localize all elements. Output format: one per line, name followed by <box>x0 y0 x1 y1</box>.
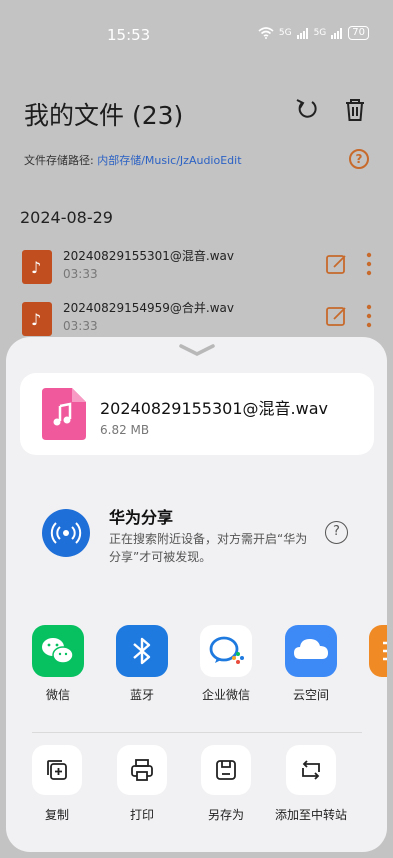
divider <box>32 732 362 733</box>
signal-icon-2 <box>331 27 343 39</box>
status-bar: 15:53 5G 5G 70 <box>0 0 393 64</box>
share-app-cloud[interactable]: 云空间 <box>275 625 347 703</box>
file-duration: 03:33 <box>63 267 98 281</box>
battery-indicator: 70 <box>348 26 369 40</box>
action-save-as[interactable]: 另存为 <box>181 745 271 823</box>
file-name: 20240829154959@合并.wav <box>63 301 234 315</box>
shared-file-card: 20240829155301@混音.wav 6.82 MB <box>20 373 374 455</box>
audio-file-icon: ♪ <box>22 302 52 336</box>
print-icon <box>117 745 167 795</box>
chevron-down-icon[interactable] <box>178 343 216 357</box>
bluetooth-icon <box>116 625 168 677</box>
wifi-icon <box>258 27 274 39</box>
app-label: 蓝牙 <box>129 688 154 702</box>
storage-path-link[interactable]: 内部存储/Music/JzAudioEdit <box>97 154 241 167</box>
cloud-icon <box>285 625 337 677</box>
share-actions-row: 复制 打印 另存为 添加至中转站 <box>6 745 387 835</box>
network-label-1: 5G <box>278 28 292 38</box>
trash-icon[interactable] <box>341 96 369 124</box>
shared-file-size: 6.82 MB <box>100 423 150 437</box>
huawei-share-description: 正在搜索附近设备，对方需开启“华为分享”才可被发现。 <box>109 532 308 564</box>
action-label: 打印 <box>129 808 154 822</box>
date-group-header: 2024-08-29 <box>20 208 113 227</box>
shared-file-name: 20240829155301@混音.wav <box>100 399 328 418</box>
share-app-wecom[interactable]: 企业微信 <box>190 625 262 703</box>
share-app-memo[interactable]: 备 <box>359 625 387 703</box>
huawei-share-title: 华为分享 <box>109 508 174 527</box>
share-apps-row: 微信 蓝牙 企业微信 云空间 备 <box>6 625 387 705</box>
file-row[interactable]: ♪ 20240829155301@混音.wav 03:33 <box>22 247 374 293</box>
app-label: 云空间 <box>292 688 329 702</box>
status-time: 15:53 <box>107 26 151 44</box>
save-icon <box>201 745 251 795</box>
action-print[interactable]: 打印 <box>97 745 187 823</box>
more-vertical-icon[interactable] <box>364 251 374 277</box>
edit-icon[interactable] <box>326 253 348 275</box>
signal-icon-1 <box>296 27 308 39</box>
status-icons: 5G 5G 70 <box>258 26 369 40</box>
wecom-icon <box>200 625 252 677</box>
app-label: 微信 <box>45 688 70 702</box>
file-duration: 03:33 <box>63 319 98 333</box>
storage-path: 文件存储路径: 内部存储/Music/JzAudioEdit <box>24 152 242 168</box>
memo-icon <box>369 625 387 677</box>
edit-icon[interactable] <box>326 305 348 327</box>
huawei-share-icon <box>42 509 90 557</box>
header: 我的文件 (23) <box>24 96 369 130</box>
file-name: 20240829155301@混音.wav <box>63 249 234 263</box>
refresh-icon[interactable] <box>293 96 321 124</box>
wechat-icon <box>32 625 84 677</box>
network-label-2: 5G <box>313 28 327 38</box>
share-sheet: 20240829155301@混音.wav 6.82 MB 华为分享 正在搜索附… <box>6 337 387 852</box>
music-file-icon <box>42 388 86 440</box>
action-add-to-transfer[interactable]: 添加至中转站 <box>266 745 356 823</box>
storage-path-label: 文件存储路径: <box>24 154 94 167</box>
question-icon[interactable]: ? <box>325 521 348 544</box>
help-icon[interactable]: ? <box>349 149 369 169</box>
action-copy[interactable]: 复制 <box>12 745 102 823</box>
action-label: 复制 <box>44 808 69 822</box>
action-label: 添加至中转站 <box>274 808 347 822</box>
copy-icon <box>32 745 82 795</box>
app-label: 企业微信 <box>201 688 250 702</box>
audio-file-icon: ♪ <box>22 250 52 284</box>
share-app-bluetooth[interactable]: 蓝牙 <box>106 625 178 703</box>
transfer-icon <box>286 745 336 795</box>
more-vertical-icon[interactable] <box>364 303 374 329</box>
share-app-wechat[interactable]: 微信 <box>22 625 94 703</box>
huawei-share-section[interactable]: 华为分享 正在搜索附近设备，对方需开启“华为分享”才可被发现。 ? <box>6 487 387 587</box>
app-label: 备 <box>359 686 387 703</box>
action-label: 另存为 <box>207 808 244 822</box>
